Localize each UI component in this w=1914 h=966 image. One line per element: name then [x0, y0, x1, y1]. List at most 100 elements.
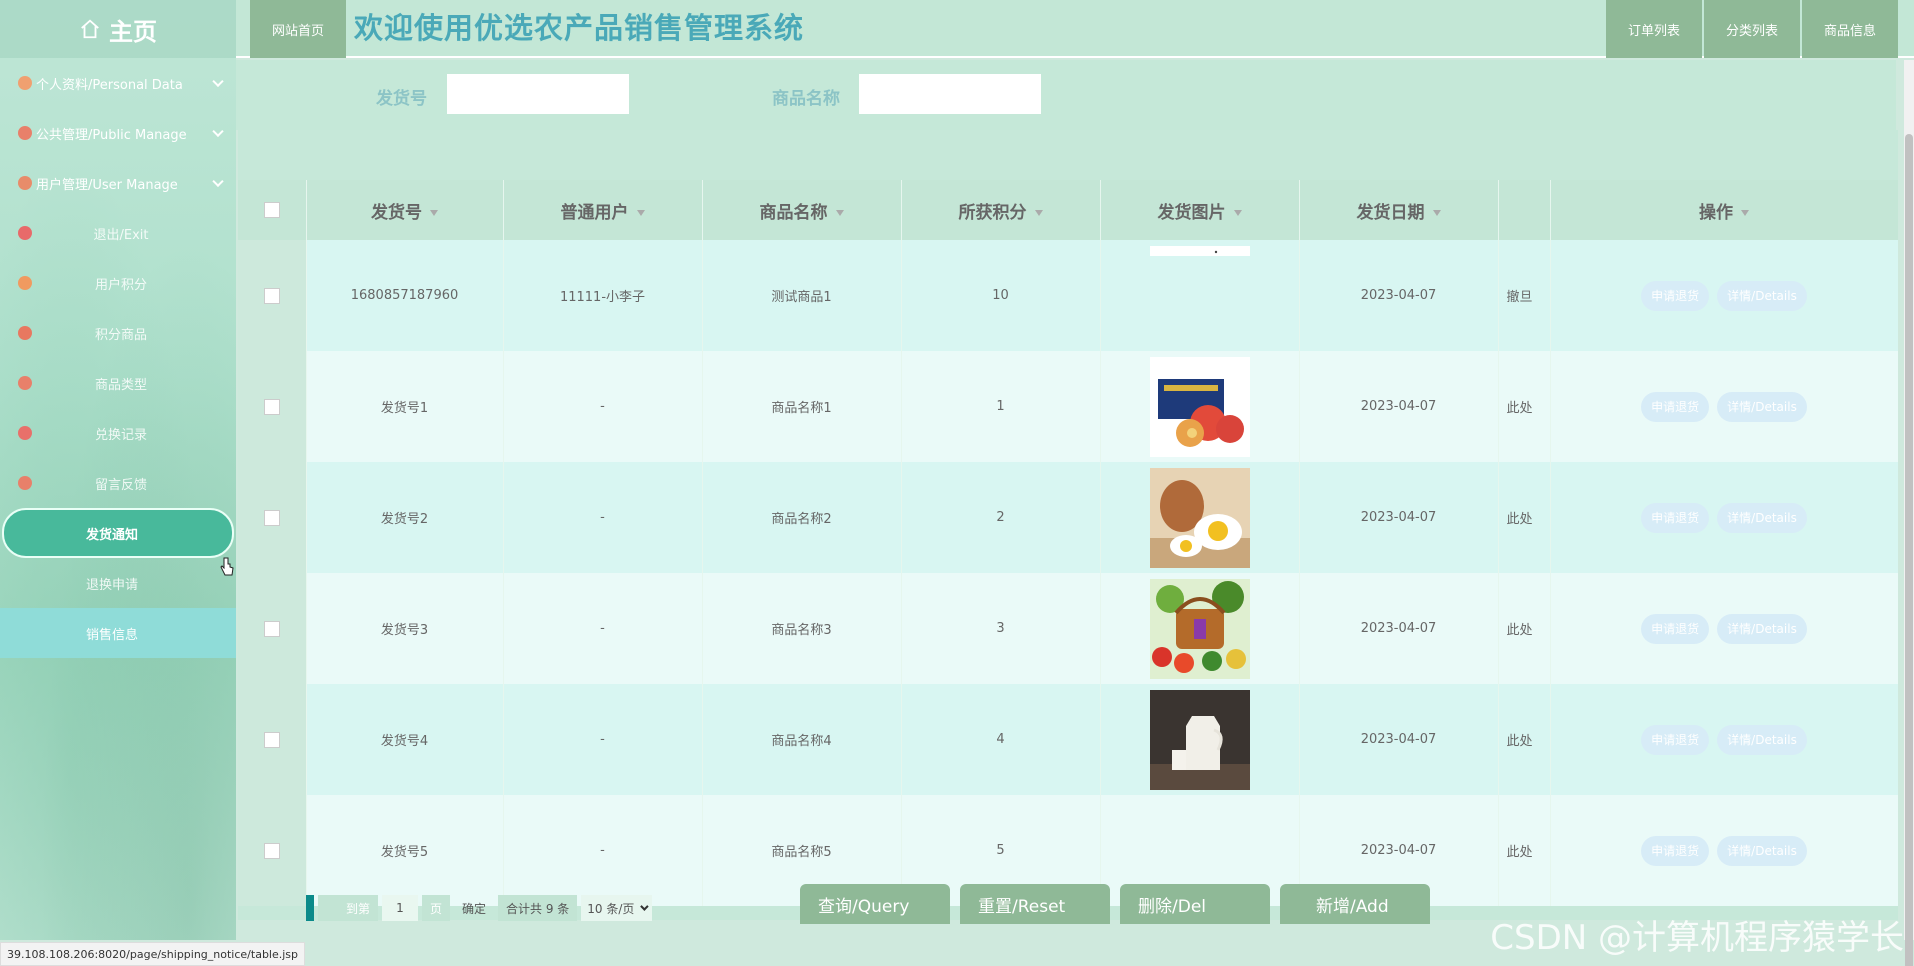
- details-button[interactable]: 详情/Details: [1717, 391, 1807, 422]
- sort-icon[interactable]: [835, 209, 844, 216]
- pager-goto-label: 到第: [318, 895, 378, 921]
- col-ship-no[interactable]: 发货号: [306, 180, 504, 240]
- nav-order-list[interactable]: 订单列表: [1606, 0, 1702, 58]
- app-title: 欢迎使用优选农产品销售管理系统: [354, 11, 805, 45]
- row-checkbox[interactable]: [263, 287, 280, 304]
- table-row: 发货号2- 商品名称2 2 2023-04-07 此处 申请退货 详情/Details: [238, 462, 1898, 573]
- sidebar-item-label: 公共管理/Public Manage: [36, 127, 187, 143]
- col-user[interactable]: 普通用户: [503, 180, 703, 240]
- pager-confirm-button[interactable]: 确定: [454, 895, 494, 921]
- query-button[interactable]: 查询/Query: [800, 884, 950, 924]
- site-home-button[interactable]: 网站首页: [250, 0, 346, 58]
- select-all-checkbox[interactable]: [263, 202, 280, 218]
- apply-return-button[interactable]: 申请退货: [1641, 502, 1710, 533]
- status-url: 39.108.108.206:8020/page/shipping_notice…: [0, 942, 306, 966]
- col-actions[interactable]: 操作: [1550, 180, 1898, 240]
- sidebar-item-1[interactable]: 公共管理/Public Manage: [0, 108, 236, 158]
- sidebar-item-label: 积分商品: [94, 327, 147, 343]
- sidebar-item-0[interactable]: 个人资料/Personal Data: [0, 58, 236, 108]
- cell-user: -: [503, 795, 703, 906]
- sidebar-item-5[interactable]: 积分商品: [0, 308, 236, 358]
- per-page-value: 10 条/页: [587, 901, 635, 916]
- product-name-input[interactable]: [859, 74, 1041, 114]
- pager-prev-button[interactable]: [306, 895, 314, 921]
- cell-actions: 申请退货 详情/Details: [1550, 684, 1898, 795]
- sort-icon[interactable]: [1034, 209, 1043, 216]
- col-date[interactable]: 发货日期: [1299, 180, 1499, 240]
- sidebar-item-label: 发货通知: [85, 527, 138, 543]
- col-points[interactable]: 所获积分: [901, 180, 1101, 240]
- cell-image: [1100, 240, 1300, 351]
- product-image[interactable]: [1149, 467, 1250, 568]
- sidebar-item-4[interactable]: 用户积分: [0, 258, 236, 308]
- sidebar: 主页 个人资料/Personal Data 公共管理/Public Manage 用…: [0, 0, 236, 940]
- sidebar-item-label: 退换申请: [85, 577, 138, 593]
- details-button[interactable]: 详情/Details: [1717, 613, 1807, 644]
- details-button[interactable]: 详情/Details: [1717, 835, 1807, 866]
- row-checkbox[interactable]: [263, 731, 280, 748]
- cell-user: 11111-小李子: [503, 240, 703, 351]
- product-image[interactable]: [1149, 689, 1250, 790]
- cell-actions: 申请退货 详情/Details: [1550, 240, 1898, 351]
- ship-no-label: 发货号: [376, 89, 427, 109]
- details-button[interactable]: 详情/Details: [1717, 724, 1807, 755]
- cell-image: [1100, 462, 1300, 573]
- pager-page-input[interactable]: 1: [382, 895, 418, 921]
- cell-content: 此处: [1498, 795, 1551, 906]
- sidebar-item-9[interactable]: 发货通知: [2, 508, 234, 558]
- menu-icon: [18, 476, 32, 490]
- delete-button[interactable]: 删除/Del: [1120, 884, 1270, 924]
- col-image[interactable]: 发货图片: [1100, 180, 1300, 240]
- sidebar-item-2[interactable]: 用户管理/User Manage: [0, 158, 236, 208]
- apply-return-button[interactable]: 申请退货: [1641, 613, 1710, 644]
- row-checkbox[interactable]: [263, 509, 280, 526]
- hand-cursor-icon: [220, 557, 234, 576]
- apply-return-button[interactable]: 申请退货: [1641, 280, 1710, 311]
- sidebar-item-3[interactable]: 退出/Exit: [0, 208, 236, 258]
- sort-icon[interactable]: [1233, 209, 1242, 216]
- row-select-cell: [238, 684, 307, 795]
- sidebar-home-link[interactable]: 主页: [0, 0, 236, 58]
- cell-date: 2023-04-07: [1299, 684, 1499, 795]
- menu-icon: [18, 176, 32, 190]
- nav-product-info[interactable]: 商品信息: [1802, 0, 1898, 58]
- apply-return-button[interactable]: 申请退货: [1641, 391, 1710, 422]
- cell-actions: 申请退货 详情/Details: [1550, 573, 1898, 684]
- product-image[interactable]: [1149, 356, 1250, 457]
- apply-return-button[interactable]: 申请退货: [1641, 835, 1710, 866]
- sort-icon[interactable]: [1741, 209, 1749, 216]
- sort-icon[interactable]: [636, 209, 645, 216]
- table-row: 发货号3- 商品名称3 3 2023-04-07 此处 申请退货 详情/Details: [238, 573, 1898, 684]
- sidebar-item-10[interactable]: 退换申请: [0, 558, 236, 608]
- row-select-cell: [238, 462, 307, 573]
- row-checkbox[interactable]: [263, 842, 280, 859]
- sidebar-item-7[interactable]: 兑换记录: [0, 408, 236, 458]
- cell-product: 商品名称3: [702, 573, 902, 684]
- sidebar-item-11[interactable]: 销售信息: [0, 608, 236, 658]
- sidebar-item-6[interactable]: 商品类型: [0, 358, 236, 408]
- product-image[interactable]: [1149, 245, 1250, 346]
- product-image[interactable]: [1149, 578, 1250, 679]
- cell-ship-no: 发货号5: [306, 795, 504, 906]
- apply-return-button[interactable]: 申请退货: [1641, 724, 1710, 755]
- details-button[interactable]: 详情/Details: [1717, 280, 1807, 311]
- cell-ship-no: 发货号4: [306, 684, 504, 795]
- page-scrollbar[interactable]: [1904, 60, 1914, 966]
- row-checkbox[interactable]: [263, 398, 280, 415]
- scroll-thumb[interactable]: [1905, 134, 1913, 966]
- add-button[interactable]: 新增/Add: [1280, 884, 1430, 924]
- ship-no-input[interactable]: [447, 74, 629, 114]
- cell-points: 3: [901, 573, 1101, 684]
- details-button[interactable]: 详情/Details: [1717, 502, 1807, 533]
- sort-icon[interactable]: [1432, 209, 1441, 216]
- nav-category-list[interactable]: 分类列表: [1704, 0, 1800, 58]
- per-page-select[interactable]: 10 条/页: [581, 895, 653, 921]
- cell-user: -: [503, 573, 703, 684]
- cell-date: 2023-04-07: [1299, 462, 1499, 573]
- col-product[interactable]: 商品名称: [702, 180, 902, 240]
- row-checkbox[interactable]: [263, 620, 280, 637]
- reset-button[interactable]: 重置/Reset: [960, 884, 1110, 924]
- sidebar-item-8[interactable]: 留言反馈: [0, 458, 236, 508]
- col-content: [1498, 180, 1551, 240]
- sort-icon[interactable]: [430, 209, 438, 216]
